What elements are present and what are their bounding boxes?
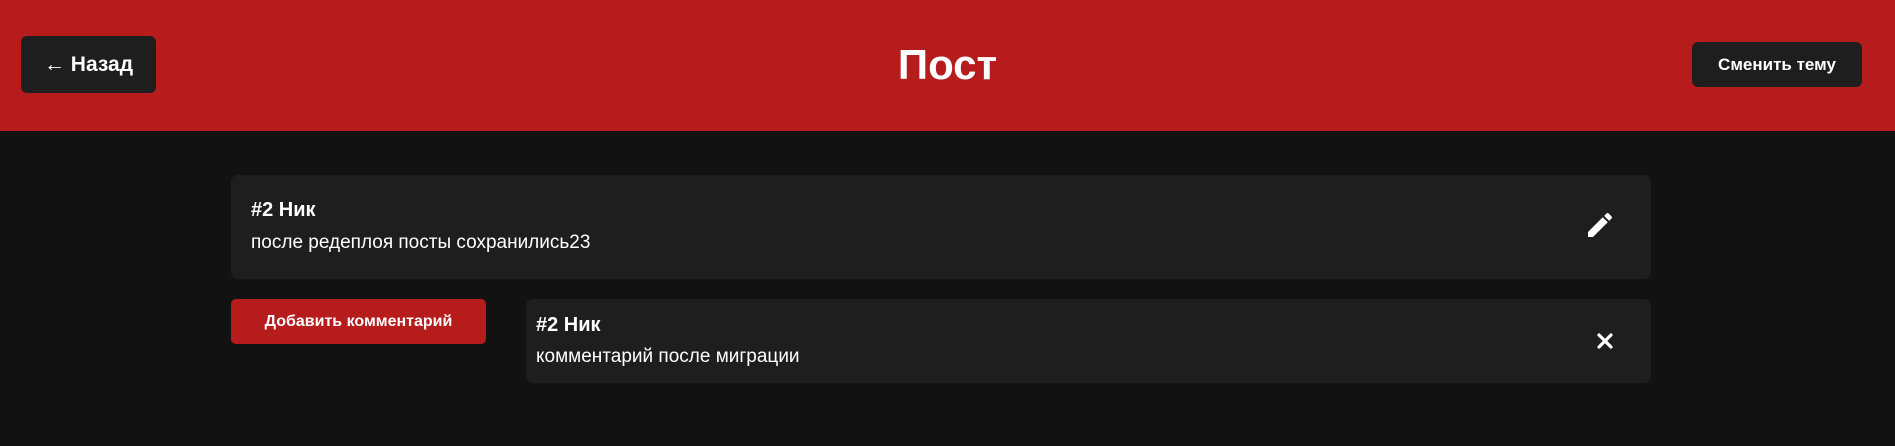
post-author: #2 Ник — [251, 199, 316, 221]
close-icon[interactable] — [1593, 329, 1617, 353]
comment-card: #2 Ник комментарий после миграции — [526, 299, 1651, 383]
page-title: Пост — [897, 41, 998, 88]
page-header: ← Назад Пост Сменить тему — [0, 0, 1895, 131]
post-card: #2 Ник после редеплоя посты сохранились2… — [231, 175, 1651, 279]
post-text: после редеплоя посты сохранились23 — [251, 232, 591, 253]
comment-author: #2 Ник — [536, 314, 601, 336]
add-comment-button[interactable]: Добавить комментарий — [231, 299, 486, 344]
pencil-icon[interactable] — [1584, 209, 1616, 241]
comment-text: комментарий после миграции — [536, 346, 800, 367]
change-theme-button[interactable]: Сменить тему — [1692, 42, 1862, 87]
